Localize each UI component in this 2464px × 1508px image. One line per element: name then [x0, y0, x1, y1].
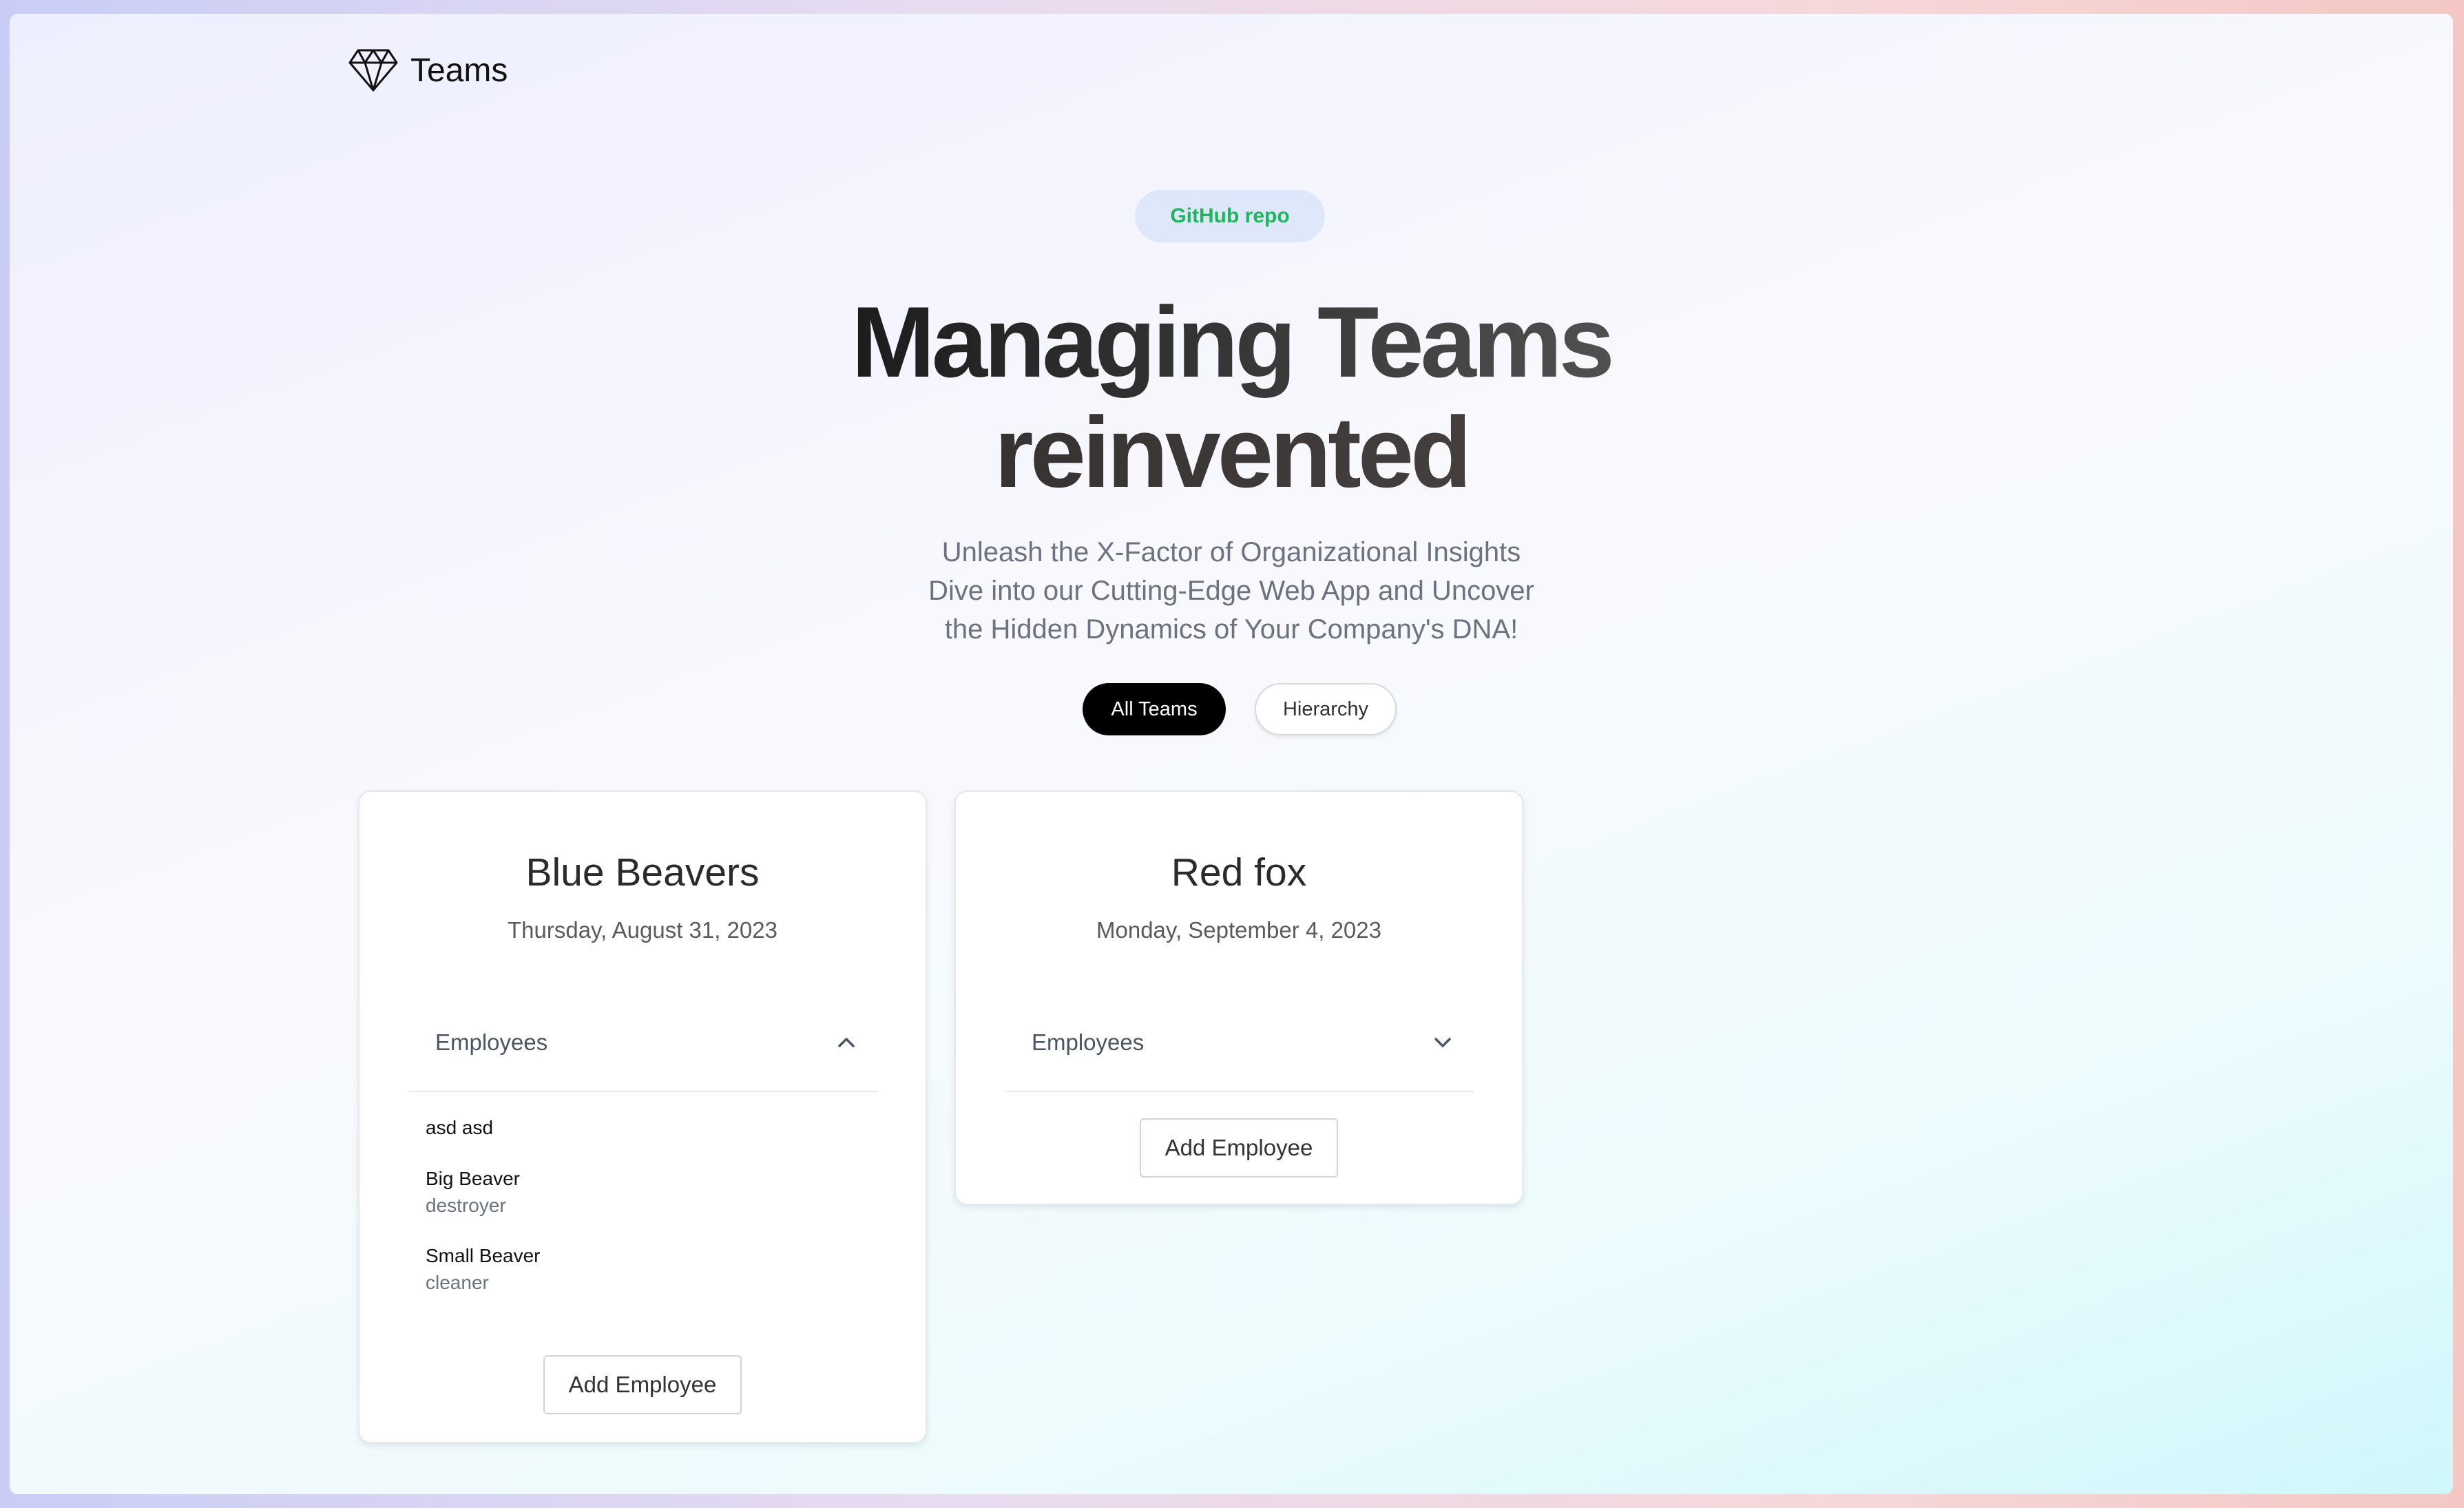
tab-all-teams[interactable]: All Teams: [1083, 683, 1226, 735]
github-repo-link[interactable]: GitHub repo: [1135, 190, 1325, 242]
subtitle-line: Dive into our Cutting-Edge Web App and U…: [928, 576, 1534, 606]
hero-subtitle: Unleash the X-Factor of Organizational I…: [836, 533, 1627, 649]
tab-hierarchy[interactable]: Hierarchy: [1255, 683, 1397, 735]
employees-accordion-toggle[interactable]: Employees: [1005, 994, 1474, 1092]
team-date: Thursday, August 31, 2023: [508, 917, 777, 943]
list-item[interactable]: Big Beaver destroyer: [426, 1165, 866, 1219]
employees-accordion-label: Employees: [435, 1029, 548, 1055]
team-card-red-fox: Red fox Monday, September 4, 2023 Employ…: [954, 790, 1523, 1205]
employee-name: asd asd: [426, 1117, 494, 1138]
list-item[interactable]: Small Beaver cleaner: [426, 1242, 866, 1296]
employees-accordion-toggle[interactable]: Employees: [409, 994, 877, 1092]
hero-title-line-1: Managing Teams: [698, 286, 1764, 398]
hero-title-line-2: reinvented: [698, 397, 1764, 508]
employees-accordion-label: Employees: [1032, 1029, 1145, 1055]
subtitle-line: the Hidden Dynamics of Your Company's DN…: [944, 614, 1518, 645]
brand-logo[interactable]: Teams: [348, 37, 508, 103]
diamond-icon: [348, 49, 398, 92]
employee-name: Small Beaver: [426, 1245, 541, 1266]
employee-list: asd asd Big Beaver destroyer Small Beave…: [426, 1114, 866, 1319]
chevron-up-icon: [836, 1036, 857, 1049]
brand-name: Teams: [410, 52, 508, 89]
employee-role: destroyer: [426, 1195, 506, 1216]
team-name: Blue Beavers: [525, 850, 760, 894]
employee-role: cleaner: [426, 1272, 489, 1293]
chevron-down-icon: [1432, 1036, 1453, 1049]
add-employee-button[interactable]: Add Employee: [1140, 1118, 1338, 1177]
employee-name: Big Beaver: [426, 1168, 520, 1189]
team-name: Red fox: [1171, 850, 1307, 894]
team-date: Monday, September 4, 2023: [1096, 917, 1381, 943]
list-item[interactable]: asd asd: [426, 1114, 866, 1142]
add-employee-button[interactable]: Add Employee: [543, 1355, 742, 1414]
team-card-blue-beavers: Blue Beavers Thursday, August 31, 2023 E…: [358, 790, 927, 1443]
app-window: Teams GitHub repo Managing Teams reinven…: [10, 14, 2453, 1494]
subtitle-line: Unleash the X-Factor of Organizational I…: [941, 537, 1521, 567]
